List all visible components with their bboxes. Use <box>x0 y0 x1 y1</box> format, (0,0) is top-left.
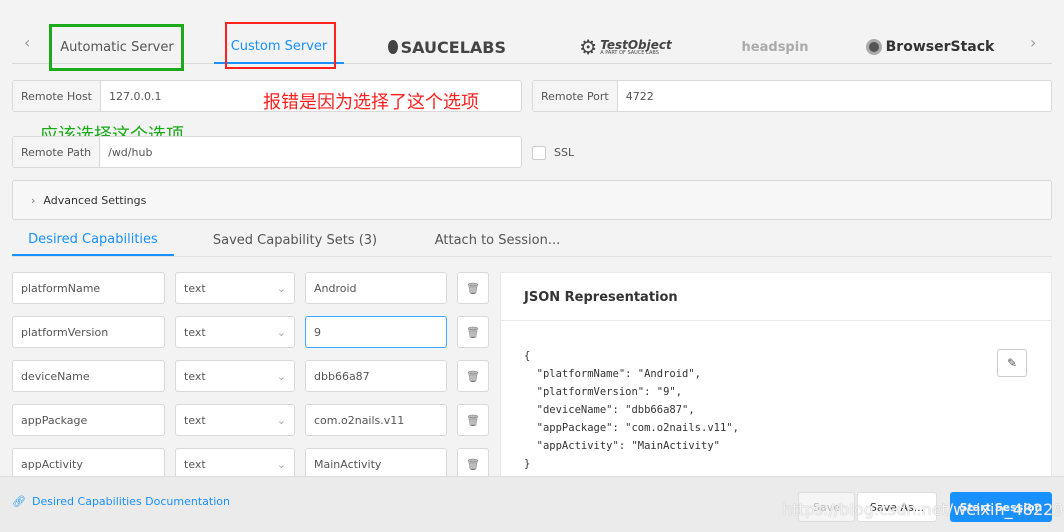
tab-desired-capabilities[interactable]: Desired Capabilities <box>12 224 174 256</box>
remote-path-input[interactable]: /wd/hub <box>100 137 160 167</box>
tab-label: Attach to Session... <box>434 232 561 248</box>
advanced-settings-label: Advanced Settings <box>43 193 147 207</box>
type-value: text <box>184 325 206 339</box>
next-arrow[interactable]: › <box>1030 33 1036 52</box>
capability-name-input[interactable]: platformName <box>12 272 165 304</box>
docs-link-label: Desired Capabilities Documentation <box>31 495 230 508</box>
remote-path-field[interactable]: Remote Path/wd/hub <box>12 136 522 168</box>
browserstack-logo-icon <box>865 39 882 55</box>
tab-attach-to-session[interactable]: Attach to Session... <box>415 224 580 256</box>
trash-icon: 🗑︎ <box>466 325 480 339</box>
tab-label: TestObject <box>600 37 672 52</box>
capability-type-select[interactable]: text ⌄ <box>175 272 295 304</box>
capability-name-input[interactable]: appPackage <box>12 404 165 436</box>
trash-icon: 🗑︎ <box>466 369 480 383</box>
remote-host-input[interactable]: 127.0.0.1 <box>101 81 169 111</box>
remote-path-label: Remote Path <box>13 137 101 167</box>
json-code: { "platformName": "Android", "platformVe… <box>524 350 739 470</box>
tab-label: BrowserStack <box>885 39 995 55</box>
capability-name-input[interactable]: platformVersion <box>12 316 165 348</box>
remote-port-input[interactable]: 4722 <box>618 81 662 111</box>
advanced-settings-panel[interactable]: › Advanced Settings <box>12 180 1052 220</box>
delete-capability-button[interactable]: 🗑︎ <box>457 316 489 348</box>
capability-value-input[interactable]: Android <box>305 272 447 304</box>
red-annotation-text: 报错是因为选择了这个选项 <box>263 92 479 113</box>
delete-capability-button[interactable]: 🗑︎ <box>457 272 489 304</box>
trash-icon: 🗑︎ <box>466 457 480 471</box>
ssl-label: SSL <box>554 146 575 159</box>
tabs-divider <box>12 256 1052 257</box>
tab-label: Saved Capability Sets (3) <box>212 232 378 248</box>
chevron-down-icon: ⌄ <box>276 325 286 339</box>
tab-saved-capability-sets[interactable]: Saved Capability Sets (3) <box>200 224 390 256</box>
prev-arrow[interactable]: ‹ <box>24 33 30 52</box>
type-value: text <box>184 369 206 383</box>
capability-type-select[interactable]: text ⌄ <box>175 404 295 436</box>
capability-value-input[interactable]: dbb66a87 <box>305 360 447 392</box>
tab-saucelabs[interactable]: SAUCELABS <box>388 30 506 64</box>
capability-type-select[interactable]: text ⌄ <box>175 360 295 392</box>
capability-value-input[interactable]: com.o2nails.v11 <box>305 404 447 436</box>
chevron-down-icon: ⌄ <box>276 413 286 427</box>
trash-icon: 🗑︎ <box>466 281 480 295</box>
remote-host-label: Remote Host <box>13 81 101 111</box>
json-panel: JSON Representation { "platformName": "A… <box>500 272 1052 476</box>
tab-headspin[interactable]: headspin <box>730 30 820 64</box>
remote-port-label: Remote Port <box>533 81 618 111</box>
remote-port-field[interactable]: Remote Port 4722 <box>532 80 1052 112</box>
type-value: text <box>184 413 206 427</box>
red-annotation-box <box>225 22 336 69</box>
type-value: text <box>184 281 206 295</box>
green-annotation-box <box>49 24 184 71</box>
chevron-down-icon: ⌄ <box>276 369 286 383</box>
edit-json-button[interactable]: ✎ <box>997 349 1027 377</box>
delete-capability-button[interactable]: 🗑︎ <box>457 404 489 436</box>
ssl-checkbox[interactable] <box>532 146 546 160</box>
chevron-down-icon: ⌄ <box>276 457 286 471</box>
link-icon: 🔗︎ <box>12 495 26 508</box>
capability-type-select[interactable]: text ⌄ <box>175 316 295 348</box>
json-panel-title: JSON Representation <box>501 273 1051 321</box>
tab-testobject[interactable]: ⚙ TestObject A PART OF SAUCE LABS <box>568 30 683 64</box>
tab-label: Desired Capabilities <box>28 231 158 247</box>
capability-value-input[interactable]: 9 <box>305 316 447 348</box>
delete-capability-button[interactable]: 🗑︎ <box>457 360 489 392</box>
gear-logo-icon: ⚙ <box>579 35 598 59</box>
tab-label: SAUCELABS <box>400 37 506 57</box>
saucelabs-logo-icon <box>388 40 398 54</box>
docs-link[interactable]: 🔗︎ Desired Capabilities Documentation <box>12 495 230 508</box>
pencil-icon: ✎ <box>1006 356 1018 370</box>
watermark: https://blog.csdn.net/weixin_48229148 <box>782 500 1064 519</box>
type-value: text <box>184 457 206 471</box>
tab-sublabel: A PART OF SAUCE LABS <box>600 49 659 56</box>
tab-label: headspin <box>741 39 809 55</box>
trash-icon: 🗑︎ <box>466 413 480 427</box>
chevron-right-icon: › <box>31 193 36 207</box>
chevron-down-icon: ⌄ <box>276 281 286 295</box>
capability-name-input[interactable]: deviceName <box>12 360 165 392</box>
tab-browserstack[interactable]: BrowserStack <box>865 30 995 64</box>
